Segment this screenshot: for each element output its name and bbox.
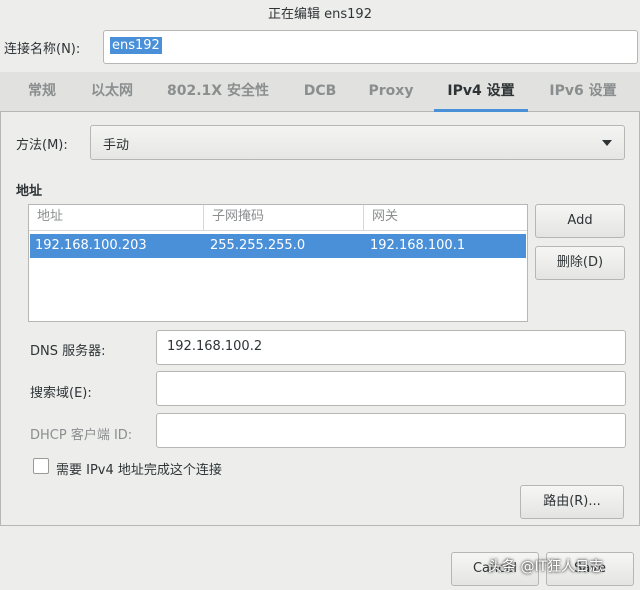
tab-ethernet[interactable]: 以太网 (84, 72, 140, 112)
row-gateway[interactable]: 192.168.100.1 (365, 234, 525, 258)
window-title: 正在编辑 ens192 (268, 7, 372, 22)
require-ipv4-checkbox[interactable] (33, 458, 49, 474)
column-header-address[interactable]: 地址 (29, 205, 204, 231)
column-header-gateway[interactable]: 网关 (364, 205, 527, 231)
tab-dcb[interactable]: DCB (298, 72, 342, 112)
tab-8021x-security[interactable]: 802.1X 安全性 (162, 72, 274, 112)
dhcp-client-id-label: DHCP 客户端 ID: (30, 428, 133, 443)
tab-general[interactable]: 常规 (22, 72, 62, 112)
search-domains-label: 搜索域(E): (30, 386, 92, 401)
method-label: 方法(M): (16, 138, 68, 153)
column-header-netmask[interactable]: 子网掩码 (204, 205, 364, 231)
address-heading: 地址 (16, 184, 43, 199)
require-ipv4-label[interactable]: 需要 IPv4 地址完成这个连接 (56, 459, 222, 478)
method-dropdown[interactable]: 手动 (90, 125, 625, 160)
connection-name-label: 连接名称(N): (4, 42, 81, 57)
search-domains-input[interactable] (156, 371, 626, 406)
tab-bar: 常规 以太网 802.1X 安全性 DCB Proxy IPv4 设置 IPv6… (0, 72, 640, 112)
delete-address-button[interactable]: 删除(D) (535, 246, 625, 280)
address-table-header: 地址 子网掩码 网关 (29, 205, 527, 231)
method-value: 手动 (103, 138, 130, 153)
watermark-text: 头条 @IT狂人日志 (488, 559, 604, 575)
tab-ipv6-settings[interactable]: IPv6 设置 (542, 72, 624, 112)
table-row[interactable]: 192.168.100.203 255.255.255.0 192.168.10… (30, 234, 526, 258)
dns-label: DNS 服务器: (30, 344, 106, 359)
add-address-button[interactable]: Add (535, 204, 625, 238)
tab-ipv4-settings[interactable]: IPv4 设置 (434, 72, 528, 112)
tab-proxy[interactable]: Proxy (364, 72, 418, 112)
dhcp-client-id-input[interactable] (156, 413, 626, 448)
connection-name-value: ens192 (110, 37, 162, 54)
connection-name-input[interactable]: ens192 (103, 30, 638, 64)
address-table: 地址 子网掩码 网关 192.168.100.203 255.255.255.0… (28, 204, 528, 322)
dns-servers-input[interactable]: 192.168.100.2 (156, 330, 626, 365)
row-address[interactable]: 192.168.100.203 (30, 234, 205, 258)
row-netmask[interactable]: 255.255.255.0 (205, 234, 365, 258)
routes-button[interactable]: 路由(R)... (520, 485, 624, 519)
dropdown-arrow-icon (602, 140, 612, 146)
